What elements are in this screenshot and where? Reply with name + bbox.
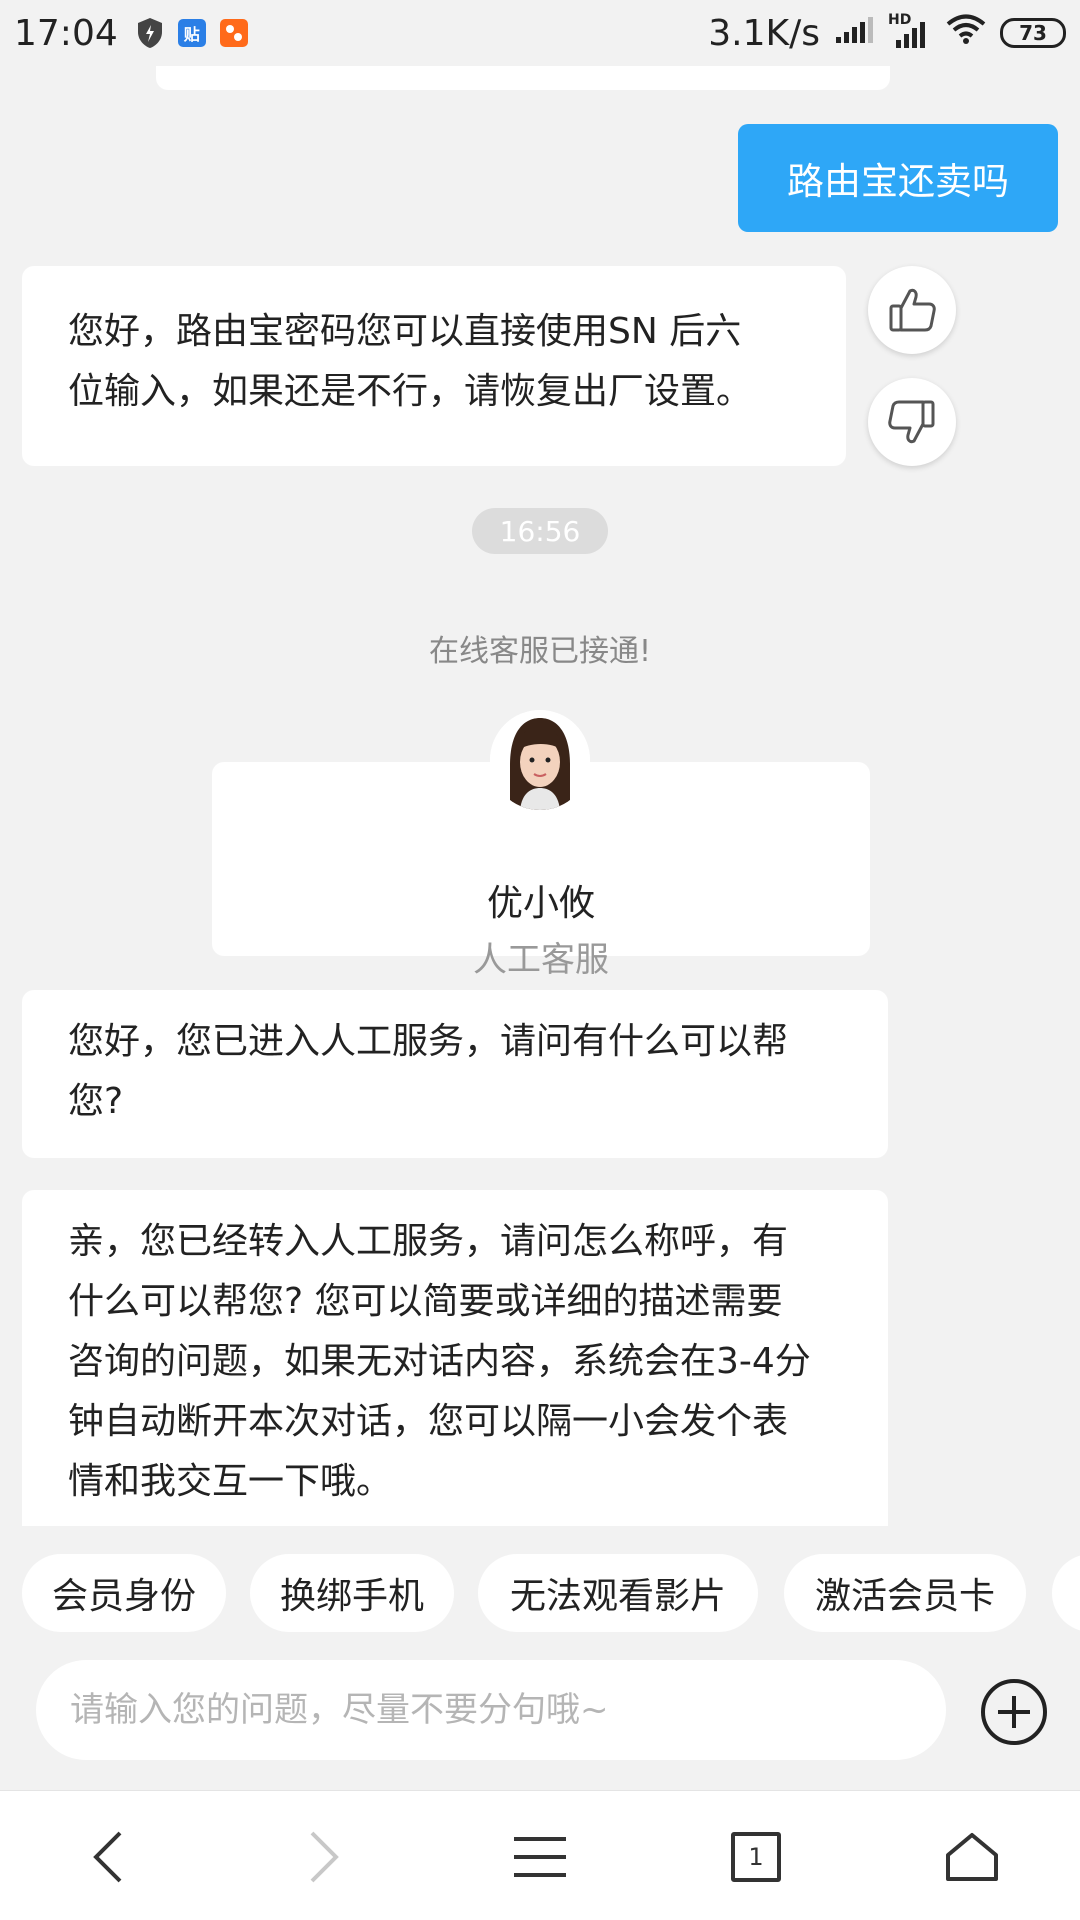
back-button[interactable]	[60, 1809, 156, 1905]
quick-reply-chip[interactable]: 换绑手机	[250, 1554, 454, 1632]
add-attachment-button[interactable]	[980, 1678, 1048, 1746]
battery-indicator: 73	[1000, 18, 1066, 48]
agent-message-bubble[interactable]: 亲，您已经转入人工服务，请问怎么称呼，有 什么可以帮您? 您可以简要或详细的描述…	[22, 1190, 888, 1526]
screen: 17:04 贴 3.1K/s HD 73 路由宝还卖吗 您好，路由宝密码您可以直…	[0, 0, 1080, 1920]
tieba-icon: 贴	[177, 19, 206, 47]
agent-name: 优小攸	[486, 883, 595, 924]
tabs-button[interactable]: 1	[708, 1809, 804, 1905]
thumbs-down-button[interactable]	[868, 378, 956, 466]
user-message-text: 路由宝还卖吗	[787, 160, 1009, 203]
status-right: 3.1K/s HD 73	[708, 12, 1066, 54]
agent-avatar	[490, 710, 590, 810]
agent-message-bubble[interactable]: 您好，您已进入人工服务，请问有什么可以帮 您?	[22, 990, 888, 1158]
bot-reply-bubble[interactable]: 您好，路由宝密码您可以直接使用SN 后六 位输入，如果还是不行，请恢复出厂设置。	[22, 266, 846, 466]
plus-circle-icon	[981, 1679, 1047, 1745]
bot-reply-line: 位输入，如果还是不行，请恢复出厂设置。	[68, 371, 753, 412]
thumbs-up-button[interactable]	[868, 266, 956, 354]
tabs-count: 1	[748, 1843, 764, 1871]
wifi-icon	[946, 13, 986, 54]
hd-signal-icon: HD	[888, 12, 932, 50]
forward-arrow-icon	[310, 1831, 339, 1883]
agent-message-line: 什么可以帮您? 您可以简要或详细的描述需要	[68, 1281, 783, 1322]
bot-reply-line: 您好，路由宝密码您可以直接使用SN 后六	[68, 311, 742, 352]
home-icon	[946, 1833, 998, 1881]
status-time: 17:04	[14, 12, 118, 54]
signal-icon	[834, 13, 874, 54]
back-arrow-icon	[93, 1831, 122, 1883]
timestamp-pill: 16:56	[472, 508, 608, 554]
system-note: 在线客服已接通!	[428, 634, 652, 669]
quick-reply-chip-partial[interactable]	[1052, 1554, 1080, 1632]
thumbs-down-icon	[888, 400, 935, 444]
agent-message-line: 情和我交互一下哦。	[68, 1461, 393, 1502]
quick-reply-chip[interactable]: 会员身份	[22, 1554, 226, 1632]
agent-message-line: 您?	[68, 1081, 124, 1122]
home-button[interactable]	[924, 1809, 1020, 1905]
agent-message-line: 亲，您已经转入人工服务，请问怎么称呼，有	[68, 1221, 789, 1262]
message-input[interactable]	[36, 1660, 946, 1760]
user-message-bubble[interactable]: 路由宝还卖吗	[738, 124, 1058, 232]
message-input-wrap	[36, 1660, 946, 1760]
agent-message-line: 咨询的问题，如果无对话内容，系统会在3-4分	[68, 1341, 811, 1382]
agent-message-line: 您好，您已进入人工服务，请问有什么可以帮	[68, 1021, 789, 1062]
quick-reply-bar[interactable]: 会员身份 换绑手机 无法观看影片 激活会员卡	[0, 1526, 1080, 1640]
menu-icon	[514, 1837, 566, 1877]
chat-area[interactable]: 路由宝还卖吗 您好，路由宝密码您可以直接使用SN 后六 位输入，如果还是不行，请…	[0, 66, 1080, 1526]
quick-reply-chip[interactable]: 无法观看影片	[478, 1554, 758, 1632]
tabs-count-icon: 1	[731, 1832, 781, 1882]
app-icon	[219, 19, 248, 47]
network-speed: 3.1K/s	[708, 12, 820, 54]
shield-icon	[136, 17, 164, 49]
browser-nav-bar: 1	[0, 1790, 1080, 1920]
forward-button[interactable]	[276, 1809, 372, 1905]
agent-message-line: 钟自动断开本次对话，您可以隔一小会发个表	[68, 1401, 789, 1442]
agent-role: 人工客服	[473, 940, 609, 980]
previous-message-card	[156, 66, 890, 90]
status-bar: 17:04 贴 3.1K/s HD 73	[0, 0, 1080, 66]
menu-button[interactable]	[492, 1809, 588, 1905]
thumbs-up-icon	[889, 288, 936, 332]
quick-reply-chip[interactable]: 激活会员卡	[784, 1554, 1026, 1632]
